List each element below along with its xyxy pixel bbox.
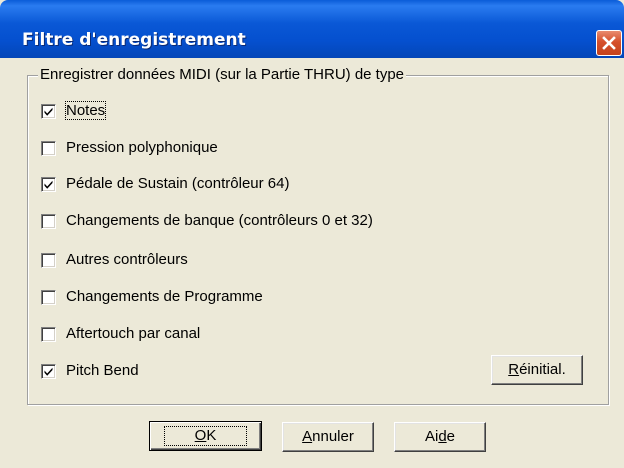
checkbox-label-program-change: Changements de Programme xyxy=(66,288,263,305)
help-button[interactable]: Aide xyxy=(394,422,486,452)
checkbox-channel-aftertouch[interactable] xyxy=(41,327,56,342)
checkbox-other-controllers[interactable] xyxy=(41,253,56,268)
checkbox-sustain[interactable] xyxy=(41,177,56,192)
ok-button-mnemonic: O xyxy=(194,427,207,444)
checkbox-label-sustain: Pédale de Sustain (contrôleur 64) xyxy=(66,175,290,192)
checkbox-bank-change[interactable] xyxy=(41,214,56,229)
checkbox-label-other-controllers: Autres contrôleurs xyxy=(66,251,188,268)
dialog-window: Filtre d'enregistrement Enregistrer donn… xyxy=(0,0,624,468)
checkbox-poly-pressure[interactable] xyxy=(41,141,56,156)
checkmark-icon xyxy=(44,367,53,376)
checkbox-label-channel-aftertouch: Aftertouch par canal xyxy=(66,325,201,342)
cancel-button-label: nnuler xyxy=(312,428,354,445)
cancel-button-mnemonic: A xyxy=(302,428,313,445)
checkbox-pitch-bend[interactable] xyxy=(41,364,56,379)
title-bar[interactable]: Filtre d'enregistrement xyxy=(0,0,624,58)
help-button-label-start: Ai xyxy=(424,428,439,445)
cancel-button[interactable]: Annuler xyxy=(282,422,374,452)
checkbox-label-notes: Notes xyxy=(64,101,107,120)
ok-button[interactable]: OK xyxy=(149,421,262,451)
reset-button[interactable]: Réinitial. xyxy=(491,355,583,385)
checkbox-label-pitch-bend: Pitch Bend xyxy=(66,362,139,379)
close-button[interactable] xyxy=(596,30,622,56)
checkbox-label-bank-change: Changements de banque (contrôleurs 0 et … xyxy=(66,212,373,229)
help-button-label-end: e xyxy=(446,428,456,445)
dialog-title: Filtre d'enregistrement xyxy=(22,30,246,50)
checkbox-notes[interactable] xyxy=(41,104,56,119)
checkmark-icon xyxy=(44,107,53,116)
close-icon xyxy=(602,36,616,50)
reset-button-mnemonic: R xyxy=(508,361,520,378)
reset-button-label: éinitial. xyxy=(519,361,566,378)
help-button-mnemonic: d xyxy=(438,428,447,445)
ok-button-label: K xyxy=(206,427,217,444)
group-legend: Enregistrer données MIDI (sur la Partie … xyxy=(38,66,407,83)
checkbox-label-poly-pressure: Pression polyphonique xyxy=(66,139,218,156)
checkmark-icon xyxy=(44,180,53,189)
checkbox-program-change[interactable] xyxy=(41,290,56,305)
